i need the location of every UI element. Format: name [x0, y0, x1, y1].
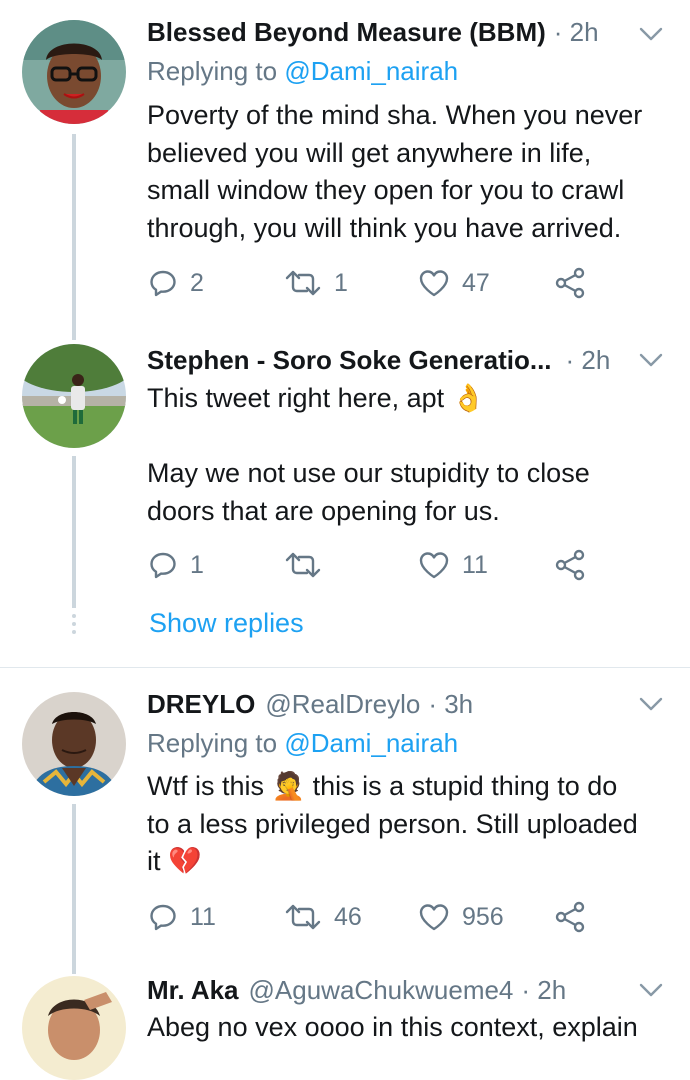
reply-icon — [148, 550, 178, 580]
reply-count: 2 — [190, 268, 204, 297]
thread-line — [72, 456, 76, 608]
like-button[interactable]: 11 — [418, 545, 488, 585]
retweet-icon — [284, 550, 322, 580]
tweet-header: Mr. Aka @AguwaChukwueme4 · 2h — [147, 970, 668, 1010]
retweet-button[interactable]: 46 — [284, 897, 362, 937]
thread-line — [72, 134, 76, 340]
display-name[interactable]: Blessed Beyond Measure (BBM) — [147, 17, 546, 48]
avatar[interactable] — [22, 20, 126, 124]
retweet-icon — [284, 902, 322, 932]
show-replies-link[interactable]: Show replies — [149, 608, 304, 639]
thread-line — [72, 804, 76, 974]
reply-button[interactable]: 11 — [148, 897, 216, 937]
replying-to: Replying to @Dami_nairah — [147, 56, 459, 86]
like-count: 47 — [462, 268, 490, 297]
display-name[interactable]: DREYLO — [147, 689, 255, 720]
tweet-header: DREYLO @RealDreylo · 3h — [147, 684, 668, 724]
replying-to: Replying to @Dami_nairah — [147, 728, 459, 758]
avatar[interactable] — [22, 692, 126, 796]
reply-icon — [148, 902, 178, 932]
tweet-text: Abeg no vex oooo in this context, explai… — [147, 1012, 638, 1042]
display-name[interactable]: Stephen - Soro Soke Generatio... — [147, 345, 552, 376]
reply-count: 1 — [190, 550, 204, 579]
thread-dots — [72, 614, 76, 638]
retweet-button[interactable] — [284, 545, 322, 585]
reply-button[interactable]: 2 — [148, 263, 204, 303]
timestamp[interactable]: · 2h — [554, 17, 599, 48]
timestamp[interactable]: · 3h — [428, 689, 473, 720]
divider — [0, 667, 690, 668]
like-button[interactable]: 956 — [418, 897, 504, 937]
share-button[interactable] — [554, 263, 586, 303]
like-icon — [418, 902, 450, 932]
reply-icon — [148, 268, 178, 298]
share-button[interactable] — [554, 545, 586, 585]
like-count: 956 — [462, 902, 504, 931]
timestamp[interactable]: · 2h — [566, 345, 611, 376]
chevron-down-icon[interactable] — [638, 24, 664, 44]
tweet-text: Wtf is this 🤦 this is a stupid thing to … — [147, 771, 638, 876]
retweet-icon — [284, 268, 322, 298]
retweet-button[interactable]: 1 — [284, 263, 348, 303]
share-button[interactable] — [554, 897, 586, 937]
tweet-header: Stephen - Soro Soke Generatio... · 2h — [147, 340, 668, 380]
chevron-down-icon[interactable] — [638, 350, 664, 370]
username[interactable]: @RealDreylo — [265, 689, 420, 720]
like-count: 11 — [462, 550, 488, 579]
reply-button[interactable]: 1 — [148, 545, 204, 585]
retweet-count: 1 — [334, 268, 348, 297]
tweet-text: This tweet right here, apt 👌 May we not … — [147, 383, 590, 526]
username[interactable]: @AguwaChukwueme4 — [249, 975, 514, 1006]
mention-link[interactable]: @Dami_nairah — [284, 56, 458, 86]
reply-count: 11 — [190, 902, 216, 931]
share-icon — [554, 267, 586, 299]
tweet-header: Blessed Beyond Measure (BBM) · 2h — [147, 12, 668, 52]
share-icon — [554, 901, 586, 933]
like-icon — [418, 550, 450, 580]
like-icon — [418, 268, 450, 298]
avatar[interactable] — [22, 344, 126, 448]
like-button[interactable]: 47 — [418, 263, 490, 303]
display-name[interactable]: Mr. Aka — [147, 975, 239, 1006]
tweet-text: Poverty of the mind sha. When you never … — [147, 100, 643, 243]
chevron-down-icon[interactable] — [638, 980, 664, 1000]
avatar[interactable] — [22, 976, 126, 1080]
retweet-count: 46 — [334, 902, 362, 931]
share-icon — [554, 549, 586, 581]
mention-link[interactable]: @Dami_nairah — [284, 728, 458, 758]
timestamp[interactable]: · 2h — [521, 975, 566, 1006]
chevron-down-icon[interactable] — [638, 694, 664, 714]
